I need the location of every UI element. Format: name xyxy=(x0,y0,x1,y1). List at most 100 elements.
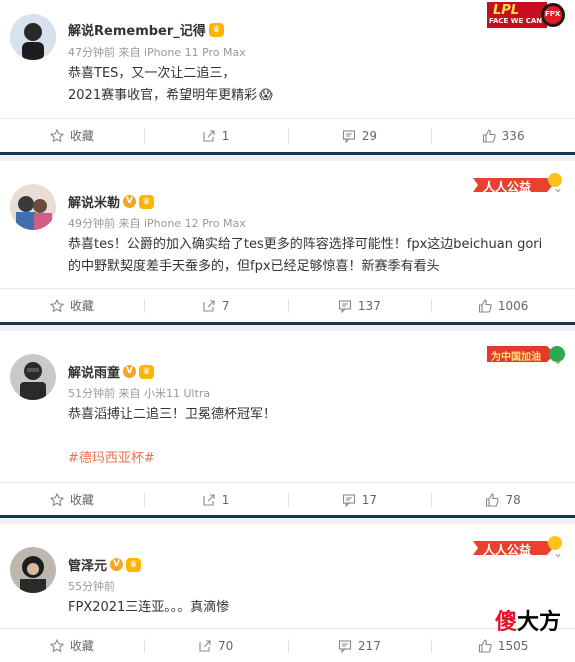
favorite-label: 收藏 xyxy=(69,299,94,313)
tag-label: 为中国加油 xyxy=(491,352,541,363)
scream-emoji-icon: 😱 xyxy=(259,88,273,103)
avatar[interactable] xyxy=(10,354,56,400)
tag-label: 人人公益 xyxy=(483,180,532,194)
star-icon xyxy=(49,638,64,652)
post-text: 恭喜TES，又一次让二追三， 2021赛事收官，希望明年更精彩 😱 xyxy=(68,63,561,107)
post-divider xyxy=(0,152,575,161)
tag-label: LPL xyxy=(493,3,520,18)
author-name-text[interactable]: 管泽元 xyxy=(68,555,107,574)
post-text-line: 的中野默契度差手天蚕多的，但fpx已经足够惊喜！新赛季有看头 xyxy=(68,259,440,274)
verified-v-icon: V xyxy=(123,195,137,208)
like-count: 1006 xyxy=(497,298,529,313)
crown-icon: ♛ xyxy=(126,557,142,572)
author-name[interactable]: 解说雨童 V ♛ xyxy=(68,362,155,381)
like-button[interactable]: 78 xyxy=(431,483,575,516)
comment-button[interactable]: 29 xyxy=(287,119,432,152)
avatar[interactable] xyxy=(10,547,56,593)
post-divider xyxy=(0,322,575,331)
avatar[interactable] xyxy=(10,184,56,230)
share-icon xyxy=(199,639,211,652)
author-name[interactable]: 管泽元 V ♛ xyxy=(68,555,142,574)
comment-count: 29 xyxy=(361,128,378,143)
post-text-line: FPX2021三连亚。。。真滴惨 xyxy=(68,600,230,615)
comment-count: 137 xyxy=(357,298,381,313)
like-count: 1505 xyxy=(497,638,529,653)
author-name[interactable]: 解说Remember_记得 ♛ xyxy=(68,20,224,39)
post-text-line: 恭喜tes！公爵的加入确实给了tes更多的阵容选择可能性！fpx这边beichu… xyxy=(68,237,543,252)
comment-icon xyxy=(338,299,351,313)
hashtag-link[interactable]: #德玛西亚杯# xyxy=(68,448,561,470)
verified-v-icon: V xyxy=(123,365,137,378)
thumbs-up-icon xyxy=(478,298,492,313)
post-text-line-wrap: 2021赛事收官，希望明年更精彩 😱 xyxy=(68,85,561,107)
like-button[interactable]: 336 xyxy=(431,119,575,152)
lpl-tag-badge: LPL FACE WE CAN FPX xyxy=(487,2,567,28)
action-bar: 收藏 70 217 1505 xyxy=(0,628,575,662)
post-1: 解说Remember_记得 ♛ 47分钟前 来自 iPhone 11 Pro M… xyxy=(0,0,575,152)
post-text: FPX2021三连亚。。。真滴惨 xyxy=(68,597,561,619)
post-text: 恭喜tes！公爵的加入确实给了tes更多的阵容选择可能性！fpx这边beichu… xyxy=(68,234,561,278)
favorite-button[interactable]: 收藏 xyxy=(0,483,144,516)
star-icon xyxy=(49,298,64,312)
comment-count: 217 xyxy=(357,638,381,653)
post-meta: 47分钟前 来自 iPhone 11 Pro Max xyxy=(68,46,246,59)
favorite-button[interactable]: 收藏 xyxy=(0,289,144,322)
favorite-label: 收藏 xyxy=(69,129,94,143)
favorite-label: 收藏 xyxy=(69,493,94,507)
post-2: 解说米勒 V ♛ 49分钟前 来自 iPhone 12 Pro Max 恭喜te… xyxy=(0,164,575,324)
author-name[interactable]: 解说米勒 V ♛ xyxy=(68,192,155,211)
action-bar: 收藏 1 29 336 xyxy=(0,118,575,152)
watermark: 傻大方 xyxy=(495,604,561,636)
author-name-text[interactable]: 解说雨童 xyxy=(68,362,120,381)
author-name-text[interactable]: 解说米勒 xyxy=(68,192,120,211)
star-icon xyxy=(49,128,64,142)
post-meta: 55分钟前 xyxy=(68,580,115,593)
share-button[interactable]: 1 xyxy=(143,119,288,152)
author-name-text[interactable]: 解说Remember_记得 xyxy=(68,20,206,39)
thumbs-up-icon xyxy=(482,128,496,143)
comment-icon xyxy=(338,639,351,653)
post-4: 管泽元 V ♛ 55分钟前 FPX2021三连亚。。。真滴惨 人人公益 ⌄ 收藏… xyxy=(0,527,575,662)
share-count: 70 xyxy=(217,638,234,653)
like-button[interactable]: 1006 xyxy=(431,289,575,322)
favorite-button[interactable]: 收藏 xyxy=(0,629,144,662)
watermark-red-text: 傻 xyxy=(494,610,517,635)
comment-icon xyxy=(342,493,355,507)
thumbs-up-icon xyxy=(486,492,500,507)
like-count: 336 xyxy=(501,128,525,143)
avatar[interactable] xyxy=(10,14,56,60)
verified-v-icon: V xyxy=(110,558,124,571)
post-meta: 51分钟前 来自 小米11 Ultra xyxy=(68,387,211,400)
share-button[interactable]: 7 xyxy=(143,289,288,322)
star-icon xyxy=(49,492,64,506)
post-text-line: 恭喜滔搏让二追三！卫冕德杯冠军！ xyxy=(68,407,277,422)
share-icon xyxy=(203,493,215,506)
like-count: 78 xyxy=(505,492,521,507)
action-bar: 收藏 1 17 78 xyxy=(0,482,575,516)
share-count: 1 xyxy=(221,128,230,143)
comment-button[interactable]: 217 xyxy=(287,629,432,662)
share-icon xyxy=(203,299,215,312)
crown-icon: ♛ xyxy=(139,364,155,379)
tag-label: 人人公益 xyxy=(483,543,532,557)
favorite-button[interactable]: 收藏 xyxy=(0,119,144,152)
chevron-down-icon[interactable]: ⌄ xyxy=(553,182,565,194)
comment-icon xyxy=(342,129,355,143)
share-count: 1 xyxy=(221,492,230,507)
comment-count: 17 xyxy=(361,492,378,507)
post-text: 恭喜滔搏让二追三！卫冕德杯冠军！ #德玛西亚杯# xyxy=(68,404,561,470)
action-bar: 收藏 7 137 1006 xyxy=(0,288,575,322)
post-divider xyxy=(0,515,575,524)
post-3: 解说雨童 V ♛ 51分钟前 来自 小米11 Ultra 恭喜滔搏让二追三！卫冕… xyxy=(0,334,575,514)
chevron-down-icon[interactable]: ⌄ xyxy=(553,547,565,559)
watermark-text: 大方 xyxy=(516,610,561,635)
comment-button[interactable]: 137 xyxy=(287,289,432,322)
chevron-down-icon[interactable]: ⌄ xyxy=(553,354,565,366)
tag-sub: FACE WE CAN xyxy=(489,17,543,25)
share-button[interactable]: 70 xyxy=(143,629,288,662)
team-logo: FPX xyxy=(545,10,561,18)
comment-button[interactable]: 17 xyxy=(287,483,432,516)
favorite-label: 收藏 xyxy=(69,639,94,653)
share-button[interactable]: 1 xyxy=(143,483,288,516)
